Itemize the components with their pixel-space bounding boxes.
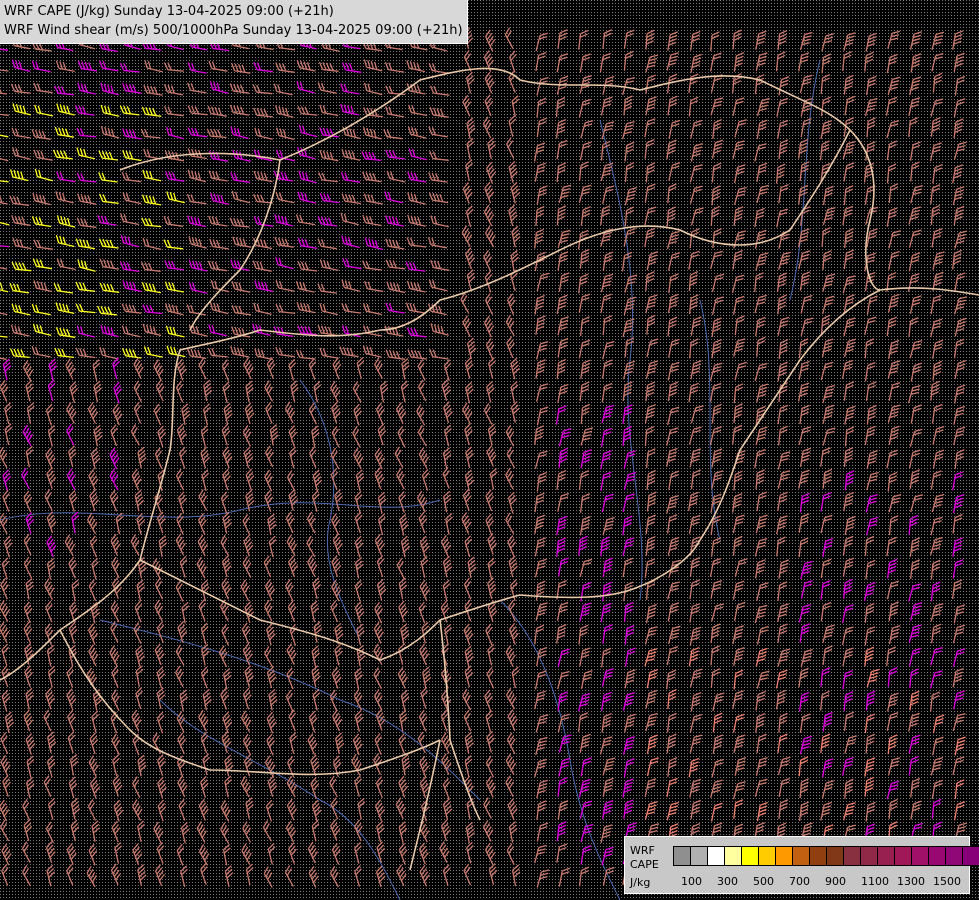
legend-tick-label: 700 (789, 875, 810, 888)
legend-color-scale (673, 846, 979, 866)
legend-label-field: CAPE (630, 858, 659, 871)
map-title-box: WRF CAPE (J/kg) Sunday 13-04-2025 09:00 … (0, 0, 468, 44)
legend-tick-label: 1300 (897, 875, 925, 888)
legend-swatch (911, 846, 929, 866)
legend-swatch (792, 846, 810, 866)
legend-tick-label: 500 (753, 875, 774, 888)
legend-swatch (741, 846, 759, 866)
legend-swatch (843, 846, 861, 866)
legend-swatch (690, 846, 708, 866)
legend-tick-label: 1500 (933, 875, 961, 888)
map-title-wind-shear: WRF Wind shear (m/s) 500/1000hPa Sunday … (4, 23, 463, 38)
legend-swatch (775, 846, 793, 866)
legend-tick-label: 1100 (861, 875, 889, 888)
cape-legend: WRF CAPE J/kg 100 300 500 700 900 1100 1300 150… (624, 836, 979, 894)
legend-tick-label: 100 (681, 875, 702, 888)
legend-swatch (928, 846, 946, 866)
legend-swatch (945, 846, 963, 866)
legend-swatch (707, 846, 725, 866)
legend-swatch (860, 846, 878, 866)
legend-swatch (894, 846, 912, 866)
legend-swatch (809, 846, 827, 866)
weather-map (0, 0, 979, 900)
legend-tick-label: 300 (717, 875, 738, 888)
legend-swatch (724, 846, 742, 866)
legend-label-model: WRF (630, 844, 655, 857)
legend-label-unit: J/kg (630, 876, 651, 889)
map-title-cape: WRF CAPE (J/kg) Sunday 13-04-2025 09:00 … (4, 4, 334, 19)
legend-tick-label: 900 (825, 875, 846, 888)
legend-swatch (826, 846, 844, 866)
legend-swatch (962, 846, 979, 866)
legend-swatch (877, 846, 895, 866)
legend-swatch (673, 846, 691, 866)
legend-swatch (758, 846, 776, 866)
